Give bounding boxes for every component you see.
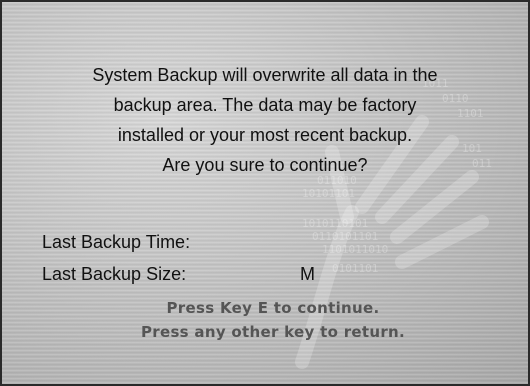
message-line: installed or your most recent backup.: [117, 125, 413, 145]
svg-text:0110101101: 0110101101: [312, 230, 378, 243]
message-line: Are you sure to continue?: [162, 155, 368, 175]
warning-message: System Backup will overwrite all data in…: [2, 60, 528, 180]
continue-prompt: Press Key E to continue.: [166, 299, 380, 317]
last-backup-time-label: Last Backup Time:: [42, 232, 191, 252]
svg-text:1101011010: 1101011010: [322, 243, 388, 256]
svg-text:1010110101: 1010110101: [302, 217, 368, 230]
last-backup-size-row: Last Backup Size:: [42, 264, 186, 285]
svg-text:10101101: 10101101: [302, 187, 355, 200]
last-backup-size-unit: M: [300, 264, 315, 284]
svg-text:0101101: 0101101: [332, 262, 378, 275]
last-backup-size-label: Last Backup Size:: [42, 264, 187, 284]
return-prompt: Press any other key to return.: [140, 323, 406, 341]
message-line: backup area. The data may be factory: [113, 95, 417, 115]
last-backup-time-row: Last Backup Time:: [42, 232, 190, 253]
backup-confirm-screen: 1010110101 0110101101 1101011010 1010110…: [0, 0, 530, 386]
message-line: System Backup will overwrite all data in…: [92, 65, 438, 85]
